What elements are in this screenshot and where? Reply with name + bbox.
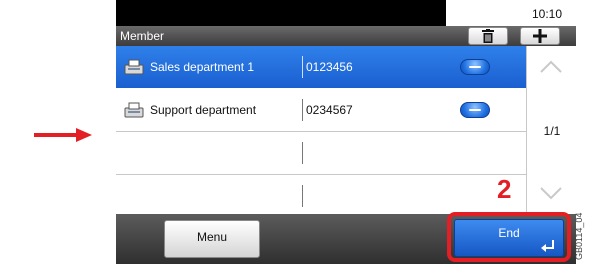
member-header: Member — [116, 26, 576, 46]
scroll-up-button[interactable] — [531, 54, 571, 80]
status-bar: 10:10 — [116, 0, 576, 26]
header-title: Member — [120, 29, 165, 43]
member-row[interactable]: Support department 0234567 — [116, 89, 526, 132]
end-button[interactable]: End — [454, 219, 564, 257]
address-book-panel: 10:10 Member Sales department 1 0123456 … — [116, 0, 576, 264]
member-name: Support department — [150, 103, 257, 117]
menu-button[interactable]: Menu — [164, 220, 260, 258]
clock: 10:10 — [531, 7, 562, 21]
trash-icon — [482, 29, 494, 43]
detail-button[interactable] — [460, 102, 490, 118]
ellipsis-icon — [469, 66, 481, 68]
plus-icon — [533, 29, 547, 43]
scroll-down-button[interactable] — [531, 180, 571, 206]
pointer-arrow-icon — [34, 128, 92, 142]
empty-row — [116, 132, 526, 175]
member-number: 0123456 — [306, 60, 353, 74]
page-indicator: 1/1 — [543, 124, 561, 138]
scroll-column: 1/1 — [526, 46, 576, 214]
fax-icon — [124, 59, 144, 75]
enter-icon — [541, 240, 554, 252]
ellipsis-icon — [469, 109, 481, 111]
end-button-label: End — [498, 226, 520, 240]
add-button[interactable] — [520, 27, 560, 45]
member-row[interactable]: Sales department 1 0123456 — [116, 46, 526, 89]
member-number: 0234567 — [306, 103, 353, 117]
step-number: 2 — [497, 174, 512, 204]
figure-code: GB0114_04 — [574, 212, 584, 260]
delete-button[interactable] — [468, 27, 508, 45]
status-message-area — [116, 0, 446, 26]
fax-icon — [124, 102, 144, 118]
member-name: Sales department 1 — [150, 60, 255, 74]
detail-button[interactable] — [460, 59, 490, 75]
